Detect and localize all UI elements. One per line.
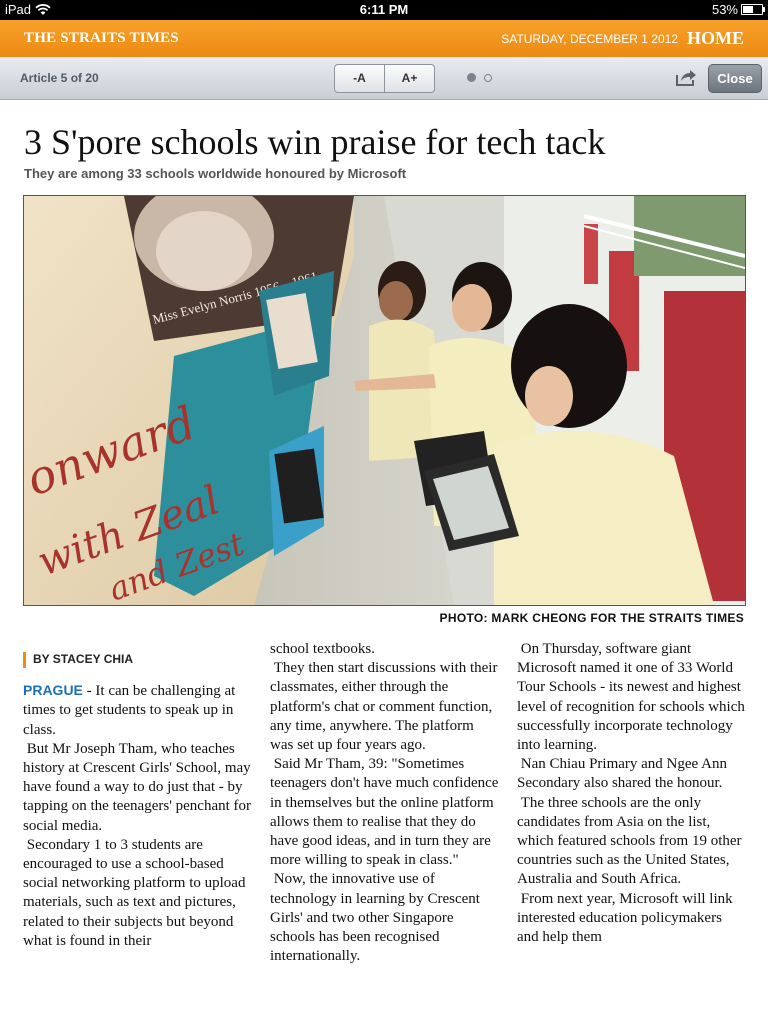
article-subheadline: They are among 33 schools worldwide hono… (24, 166, 407, 181)
article-column-1: BY STACEY CHIA PRAGUE - It can be challe… (23, 640, 253, 951)
status-bar: iPad 6:11 PM 53% (0, 0, 768, 20)
close-button[interactable]: Close (708, 64, 762, 93)
paragraph: school textbooks. (270, 640, 500, 659)
paragraph-text: Said Mr Tham, 39: "Sometimes teenagers d… (270, 756, 499, 869)
home-link[interactable]: HOME (687, 28, 744, 49)
paragraph-text: But Mr Joseph Tham, who teaches history … (23, 740, 252, 834)
brand-logo: THE STRAITS TIMES (24, 30, 179, 46)
dateline: PRAGUE (23, 682, 83, 699)
paragraph: The three schools are the only candidate… (517, 794, 747, 890)
font-size-controls: -A A+ (334, 64, 435, 93)
byline-author: BY STACEY CHIA (33, 652, 134, 666)
edition-date: SATURDAY, DECEMBER 1 2012 (501, 32, 678, 46)
paragraph-text: Now, the innovative use of technology in… (270, 871, 480, 965)
article-column-2: school textbooks. They then start discus… (270, 640, 500, 966)
battery-percent: 53% (711, 2, 738, 17)
article-counter: Article 5 of 20 (20, 71, 99, 85)
paragraph-text: school textbooks. (270, 641, 375, 657)
paragraph: Said Mr Tham, 39: "Sometimes teenagers d… (270, 755, 500, 870)
font-increase-button[interactable]: A+ (384, 65, 434, 92)
paragraph: They then start discussions with their c… (270, 659, 500, 755)
paragraph: Now, the innovative use of technology in… (270, 870, 500, 966)
article-column-3: On Thursday, software giant Microsoft na… (517, 640, 747, 947)
page-dot[interactable] (467, 73, 476, 82)
paragraph: From next year, Microsoft will link inte… (517, 890, 747, 948)
paragraph-text: On Thursday, software giant Microsoft na… (517, 641, 745, 754)
article-toolbar: Article 5 of 20 -A A+ Close (0, 57, 768, 100)
masthead-bar: THE STRAITS TIMES SATURDAY, DECEMBER 1 2… (0, 20, 768, 57)
paragraph: Nan Chiau Primary and Ngee Ann Secondary… (517, 755, 747, 793)
photo-credit: PHOTO: MARK CHEONG FOR THE STRAITS TIMES (439, 611, 744, 625)
article-photo: Miss Evelyn Norris 1956 – 1961 onward wi… (23, 195, 746, 606)
byline-accent (23, 651, 26, 668)
font-decrease-button[interactable]: -A (335, 65, 384, 92)
paragraph: PRAGUE - It can be challenging at times … (23, 681, 253, 740)
clock: 6:11 PM (359, 2, 409, 17)
paragraph-text: Secondary 1 to 3 students are encouraged… (23, 836, 246, 949)
byline: BY STACEY CHIA (23, 650, 253, 669)
page-indicator[interactable] (467, 73, 492, 82)
paragraph: Secondary 1 to 3 students are encouraged… (23, 836, 253, 951)
battery-icon (741, 4, 765, 15)
paragraph: But Mr Joseph Tham, who teaches history … (23, 740, 253, 836)
paragraph: On Thursday, software giant Microsoft na… (517, 640, 747, 755)
article-headline: 3 S'pore schools win praise for tech tac… (24, 122, 606, 162)
paragraph-text: From next year, Microsoft will link inte… (517, 890, 733, 946)
paragraph-text: They then start discussions with their c… (270, 660, 498, 754)
page-dot[interactable] (484, 73, 492, 82)
paragraph-text: Nan Chiau Primary and Ngee Ann Secondary… (517, 756, 727, 792)
share-icon[interactable] (674, 67, 698, 87)
paragraph-text: The three schools are the only candidate… (517, 794, 742, 888)
